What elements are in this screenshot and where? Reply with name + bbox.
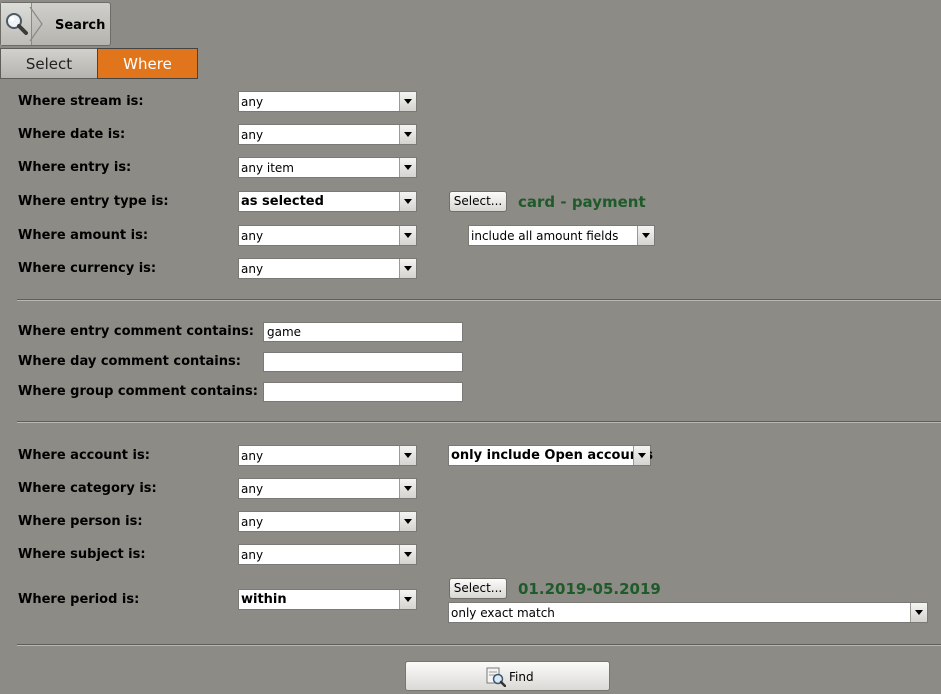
entry-comment-label: Where entry comment contains:: [18, 324, 254, 339]
find-icon: [486, 667, 506, 687]
entry-label: Where entry is:: [18, 160, 132, 175]
date-label: Where date is:: [18, 127, 126, 142]
entry-type-dropdown[interactable]: as selected: [238, 191, 417, 212]
breadcrumb-title: Search: [55, 18, 106, 33]
chevron-down-icon[interactable]: [910, 603, 927, 622]
subject-dropdown[interactable]: any: [238, 544, 417, 565]
period-label: Where period is:: [18, 592, 140, 607]
period-dropdown[interactable]: within: [238, 589, 417, 610]
person-label: Where person is:: [18, 514, 143, 529]
entry-type-value: as selected: [241, 194, 324, 209]
separator: [17, 644, 941, 646]
chevron-down-icon[interactable]: [399, 479, 416, 498]
chevron-down-icon[interactable]: [633, 446, 650, 465]
account-label: Where account is:: [18, 448, 150, 463]
chevron-down-icon[interactable]: [399, 512, 416, 531]
person-dropdown[interactable]: any: [238, 511, 417, 532]
breadcrumb[interactable]: Search: [0, 2, 111, 46]
day-comment-label: Where day comment contains:: [18, 354, 241, 369]
amount-dropdown[interactable]: any: [238, 225, 417, 246]
stream-dropdown[interactable]: any: [238, 91, 417, 112]
account-value: any: [241, 449, 264, 463]
group-comment-label: Where group comment contains:: [18, 384, 258, 399]
entry-dropdown[interactable]: any item: [238, 157, 417, 178]
entry-type-selection: card - payment: [518, 193, 646, 211]
period-value: within: [241, 592, 287, 607]
entry-type-label: Where entry type is:: [18, 194, 169, 209]
subject-label: Where subject is:: [18, 547, 146, 562]
account-open-value: only include Open accounts: [451, 448, 653, 463]
entry-type-select-button[interactable]: Select...: [449, 191, 507, 212]
currency-label: Where currency is:: [18, 261, 157, 276]
tab-select[interactable]: Select: [0, 48, 98, 79]
chevron-down-icon[interactable]: [399, 125, 416, 144]
day-comment-input[interactable]: [263, 352, 463, 372]
separator: [17, 421, 941, 423]
find-label: Find: [509, 670, 534, 684]
chevron-down-icon[interactable]: [399, 590, 416, 609]
category-label: Where category is:: [18, 481, 157, 496]
tab-where[interactable]: Where: [97, 48, 198, 79]
chevron-down-icon[interactable]: [399, 545, 416, 564]
date-value: any: [241, 128, 264, 142]
amount-value: any: [241, 229, 264, 243]
chevron-down-icon[interactable]: [399, 92, 416, 111]
category-value: any: [241, 482, 264, 496]
breadcrumb-chevron-icon: [29, 7, 43, 41]
find-button[interactable]: Find: [405, 661, 610, 691]
amount-label: Where amount is:: [18, 228, 149, 243]
period-match-dropdown[interactable]: only exact match: [448, 602, 928, 623]
chevron-down-icon[interactable]: [637, 226, 654, 245]
period-match-value: only exact match: [451, 606, 555, 620]
currency-dropdown[interactable]: any: [238, 258, 417, 279]
category-dropdown[interactable]: any: [238, 478, 417, 499]
period-select-button[interactable]: Select...: [449, 578, 507, 599]
stream-label: Where stream is:: [18, 94, 144, 109]
subject-value: any: [241, 548, 264, 562]
chevron-down-icon[interactable]: [399, 259, 416, 278]
chevron-down-icon[interactable]: [399, 158, 416, 177]
period-selection: 01.2019-05.2019: [518, 580, 661, 598]
magnifier-icon: [1, 3, 32, 45]
person-value: any: [241, 515, 264, 529]
currency-value: any: [241, 262, 264, 276]
chevron-down-icon[interactable]: [399, 226, 416, 245]
separator: [17, 299, 941, 301]
amount-fields-dropdown[interactable]: include all amount fields: [468, 225, 655, 246]
entry-comment-input[interactable]: [263, 322, 463, 342]
chevron-down-icon[interactable]: [399, 446, 416, 465]
amount-fields-value: include all amount fields: [471, 229, 619, 243]
date-dropdown[interactable]: any: [238, 124, 417, 145]
group-comment-input[interactable]: [263, 382, 463, 402]
stream-value: any: [241, 95, 264, 109]
entry-value: any item: [241, 161, 294, 175]
account-open-dropdown[interactable]: only include Open accounts: [448, 445, 653, 466]
chevron-down-icon[interactable]: [399, 192, 416, 211]
account-dropdown[interactable]: any: [238, 445, 417, 466]
